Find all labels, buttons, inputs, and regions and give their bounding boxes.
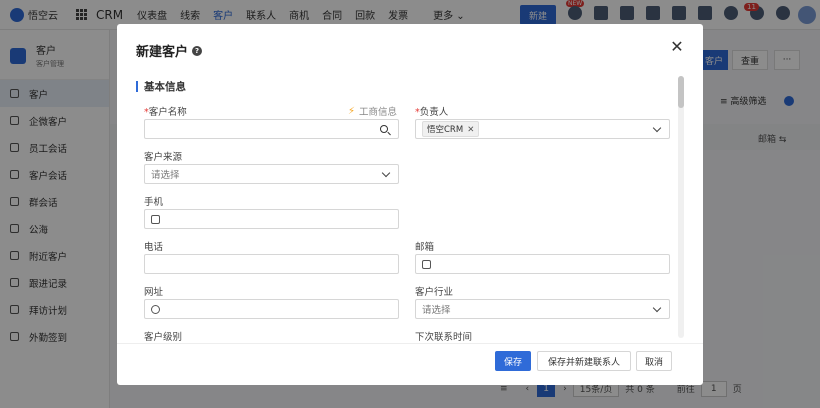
level-label: 客户级别 [144,332,183,343]
save-button[interactable]: 保存 [495,351,531,371]
website-label: 网址 [144,287,164,298]
website-input[interactable] [144,299,399,319]
owner-select[interactable]: 悟空CRM ✕ [415,119,670,139]
email-label: 邮箱 [415,242,435,253]
chevron-down-icon [381,168,391,177]
cancel-button[interactable]: 取消 [636,351,672,371]
mobile-icon [151,214,160,224]
email-input[interactable] [415,254,670,274]
chevron-down-icon [652,123,662,132]
bolt-icon: ⚡ [348,105,356,117]
tag-remove-icon[interactable]: ✕ [467,125,474,135]
mobile-input[interactable] [144,209,399,229]
new-customer-dialog: 新建客户 ? ✕ 基本信息 *客户名称 ⚡ 工商信息 *负责人 悟空CRM ✕ 客户… [117,24,703,385]
save-and-new-contact-button[interactable]: 保存并新建联系人 [537,351,631,371]
search-icon[interactable] [380,125,388,133]
section-accent-bar [136,81,138,92]
chevron-down-icon [652,303,662,312]
scroll-thumb[interactable] [678,76,684,108]
customer-name-label: *客户名称 [144,107,187,118]
close-icon[interactable]: ✕ [669,39,685,55]
industry-label: 客户行业 [415,287,454,298]
phone-label: 电话 [144,242,164,253]
section-basic-info: 基本信息 [136,79,186,94]
owner-tag: 悟空CRM ✕ [422,121,480,137]
dialog-scrollbar[interactable] [678,76,684,338]
source-label: 客户来源 [144,152,183,163]
dialog-title: 新建客户 ? [136,41,203,60]
business-info-link[interactable]: ⚡ 工商信息 [348,104,397,119]
source-select[interactable]: 请选择 [144,164,399,184]
next-contact-label: 下次联系时间 [415,332,473,343]
customer-name-input[interactable] [144,119,399,139]
mobile-label: 手机 [144,197,164,208]
mail-icon [422,259,431,269]
link-icon [151,304,160,314]
owner-label: *负责人 [415,107,449,118]
phone-input[interactable] [144,254,399,274]
industry-select[interactable]: 请选择 [415,299,670,319]
question-icon[interactable]: ? [192,45,203,56]
